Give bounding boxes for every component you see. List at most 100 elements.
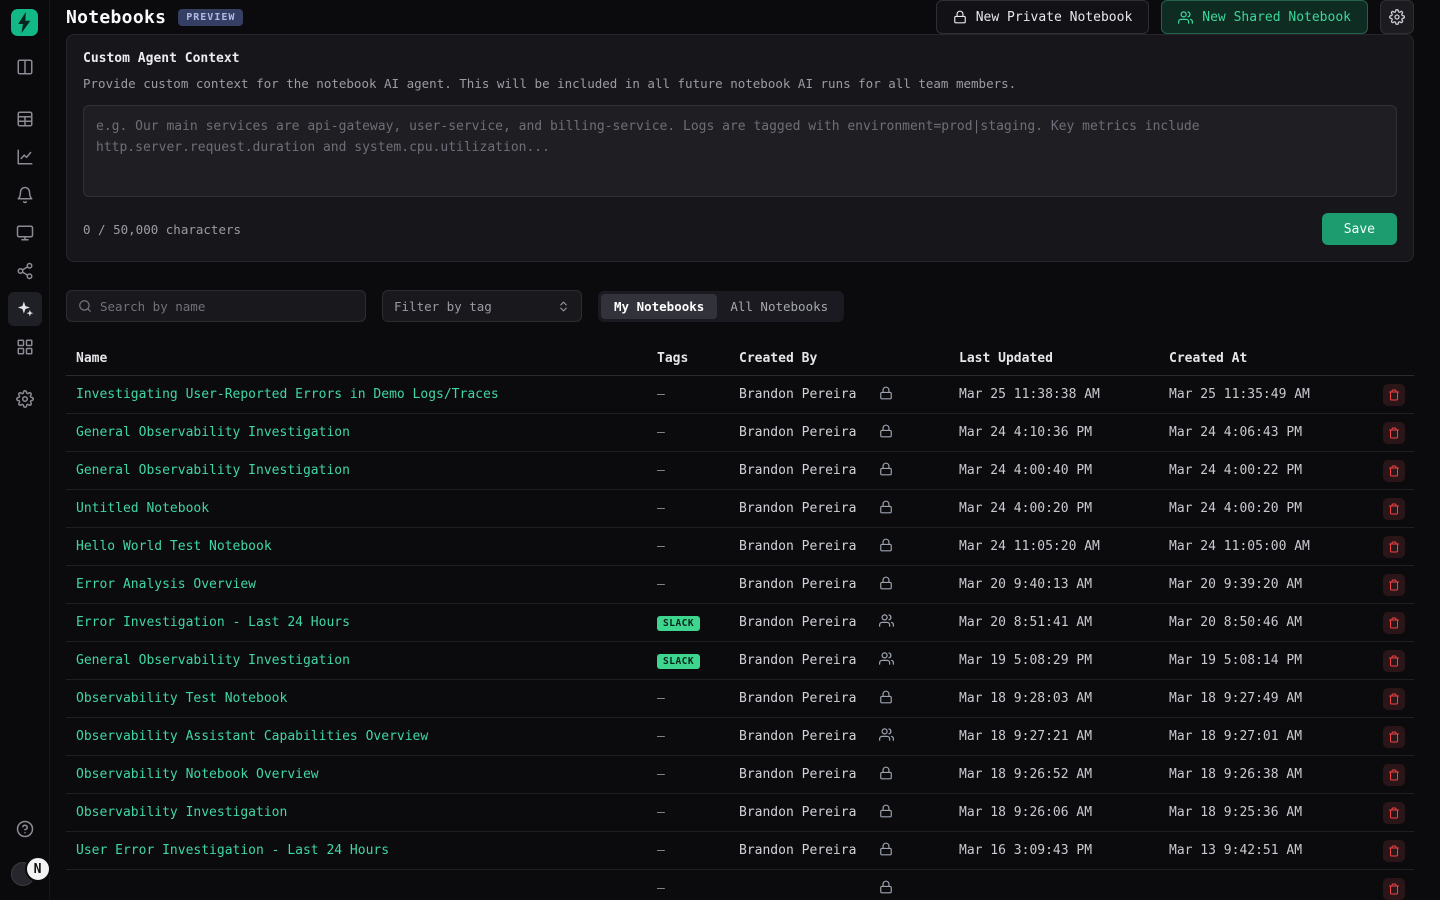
page-header-actions: New Private Notebook New Shared Notebook bbox=[936, 0, 1414, 34]
visibility-cell bbox=[879, 462, 959, 480]
lock-icon bbox=[879, 804, 893, 822]
table-row: Observability Investigation — Brandon Pe… bbox=[66, 794, 1414, 832]
tags-cell: SLACK bbox=[657, 653, 739, 669]
trash-icon bbox=[1388, 693, 1400, 705]
ai-notebooks-sparkles-icon[interactable] bbox=[8, 292, 42, 326]
tags-cell: — bbox=[657, 881, 739, 896]
notebook-name-link[interactable]: Investigating User-Reported Errors in De… bbox=[66, 387, 657, 402]
settings-gear-icon[interactable] bbox=[8, 382, 42, 416]
dashboards-icon[interactable] bbox=[8, 50, 42, 84]
context-card-footer: 0 / 50,000 characters Save bbox=[83, 213, 1397, 245]
trash-icon bbox=[1388, 807, 1400, 819]
created-at-cell: Mar 20 9:39:20 AM bbox=[1169, 577, 1374, 592]
delete-notebook-button[interactable] bbox=[1383, 384, 1405, 406]
notebook-name-link[interactable]: Observability Test Notebook bbox=[66, 691, 657, 706]
notebook-name-link[interactable]: General Observability Investigation bbox=[66, 653, 657, 668]
shared-users-icon bbox=[879, 727, 894, 746]
last-updated-cell: Mar 16 3:09:43 PM bbox=[959, 843, 1169, 858]
delete-notebook-button[interactable] bbox=[1383, 802, 1405, 824]
created-by-cell: Brandon Pereira bbox=[739, 653, 879, 668]
empty-tag-dash: — bbox=[657, 729, 665, 744]
visibility-cell bbox=[879, 690, 959, 708]
chart-icon[interactable] bbox=[8, 140, 42, 174]
table-row: Investigating User-Reported Errors in De… bbox=[66, 376, 1414, 414]
context-card-description: Provide custom context for the notebook … bbox=[83, 76, 1397, 91]
save-button[interactable]: Save bbox=[1322, 213, 1397, 245]
delete-notebook-button[interactable] bbox=[1383, 536, 1405, 558]
delete-notebook-button[interactable] bbox=[1383, 460, 1405, 482]
trash-icon bbox=[1388, 541, 1400, 553]
delete-notebook-button[interactable] bbox=[1383, 422, 1405, 444]
delete-notebook-button[interactable] bbox=[1383, 726, 1405, 748]
new-private-notebook-button[interactable]: New Private Notebook bbox=[936, 0, 1150, 34]
tags-cell: — bbox=[657, 501, 739, 516]
notebook-name-link[interactable]: Observability Investigation bbox=[66, 805, 657, 820]
notebook-name-link[interactable]: Untitled Notebook bbox=[66, 501, 657, 516]
visibility-cell bbox=[879, 842, 959, 860]
agent-context-textarea[interactable] bbox=[83, 105, 1397, 197]
column-header-last-updated: Last Updated bbox=[959, 351, 1169, 366]
help-icon[interactable] bbox=[8, 812, 42, 846]
delete-notebook-button[interactable] bbox=[1383, 612, 1405, 634]
delete-notebook-button[interactable] bbox=[1383, 498, 1405, 520]
empty-tag-dash: — bbox=[657, 577, 665, 592]
service-map-icon[interactable] bbox=[8, 254, 42, 288]
created-by-cell: Brandon Pereira bbox=[739, 805, 879, 820]
last-updated-cell: Mar 18 9:27:21 AM bbox=[959, 729, 1169, 744]
search-input[interactable] bbox=[100, 299, 354, 314]
trash-icon bbox=[1388, 883, 1400, 895]
empty-tag-dash: — bbox=[657, 501, 665, 516]
table-icon[interactable] bbox=[8, 102, 42, 136]
page-header-left: Notebooks PREVIEW bbox=[66, 7, 243, 28]
hosts-monitor-icon[interactable] bbox=[8, 216, 42, 250]
notebook-name-link[interactable]: General Observability Investigation bbox=[66, 463, 657, 478]
tags-cell: — bbox=[657, 425, 739, 440]
created-by-cell: Brandon Pereira bbox=[739, 767, 879, 782]
empty-tag-dash: — bbox=[657, 387, 665, 402]
char-count: 0 / 50,000 characters bbox=[83, 222, 241, 237]
tab-all-notebooks[interactable]: All Notebooks bbox=[717, 294, 841, 319]
empty-tag-dash: — bbox=[657, 539, 665, 554]
trash-icon bbox=[1388, 389, 1400, 401]
delete-notebook-button[interactable] bbox=[1383, 650, 1405, 672]
column-header-created-at: Created At bbox=[1169, 351, 1374, 366]
avatar-stack[interactable]: N bbox=[0, 856, 50, 886]
visibility-cell bbox=[879, 766, 959, 784]
page-title: Notebooks bbox=[66, 7, 166, 28]
notebook-name-link[interactable]: Observability Notebook Overview bbox=[66, 767, 657, 782]
visibility-cell bbox=[879, 576, 959, 594]
new-shared-notebook-label: New Shared Notebook bbox=[1202, 10, 1351, 25]
notebooks-settings-button[interactable] bbox=[1380, 0, 1414, 34]
tab-my-notebooks[interactable]: My Notebooks bbox=[601, 294, 717, 319]
table-row: Observability Notebook Overview — Brando… bbox=[66, 756, 1414, 794]
created-by-cell: Brandon Pereira bbox=[739, 843, 879, 858]
created-at-cell: Mar 24 4:00:20 PM bbox=[1169, 501, 1374, 516]
created-by-cell: Brandon Pereira bbox=[739, 425, 879, 440]
visibility-cell bbox=[879, 651, 959, 670]
delete-notebook-button[interactable] bbox=[1383, 574, 1405, 596]
notebook-name-link[interactable]: Hello World Test Notebook bbox=[66, 539, 657, 554]
notebook-name-link[interactable]: User Error Investigation - Last 24 Hours bbox=[66, 843, 657, 858]
tags-cell: — bbox=[657, 577, 739, 592]
notebook-name-link[interactable]: Observability Assistant Capabilities Ove… bbox=[66, 729, 657, 744]
app-logo-icon[interactable] bbox=[11, 9, 38, 36]
delete-notebook-button[interactable] bbox=[1383, 688, 1405, 710]
chevron-up-down-icon bbox=[557, 300, 570, 313]
alerts-bell-icon[interactable] bbox=[8, 178, 42, 212]
trash-icon bbox=[1388, 845, 1400, 857]
tag-filter-select[interactable]: Filter by tag bbox=[382, 290, 582, 322]
notebook-name-link[interactable]: General Observability Investigation bbox=[66, 425, 657, 440]
notebook-name-link[interactable]: Error Investigation - Last 24 Hours bbox=[66, 615, 657, 630]
new-shared-notebook-button[interactable]: New Shared Notebook bbox=[1161, 0, 1368, 34]
notebook-name-link[interactable]: Error Analysis Overview bbox=[66, 577, 657, 592]
delete-notebook-button[interactable] bbox=[1383, 878, 1405, 900]
user-avatar[interactable]: N bbox=[25, 856, 51, 882]
apps-grid-icon[interactable] bbox=[8, 330, 42, 364]
delete-notebook-button[interactable] bbox=[1383, 840, 1405, 862]
trash-icon bbox=[1388, 617, 1400, 629]
empty-tag-dash: — bbox=[657, 805, 665, 820]
delete-notebook-button[interactable] bbox=[1383, 764, 1405, 786]
created-by-cell: Brandon Pereira bbox=[739, 577, 879, 592]
tag-filter-label: Filter by tag bbox=[394, 299, 492, 314]
last-updated-cell: Mar 24 4:00:40 PM bbox=[959, 463, 1169, 478]
